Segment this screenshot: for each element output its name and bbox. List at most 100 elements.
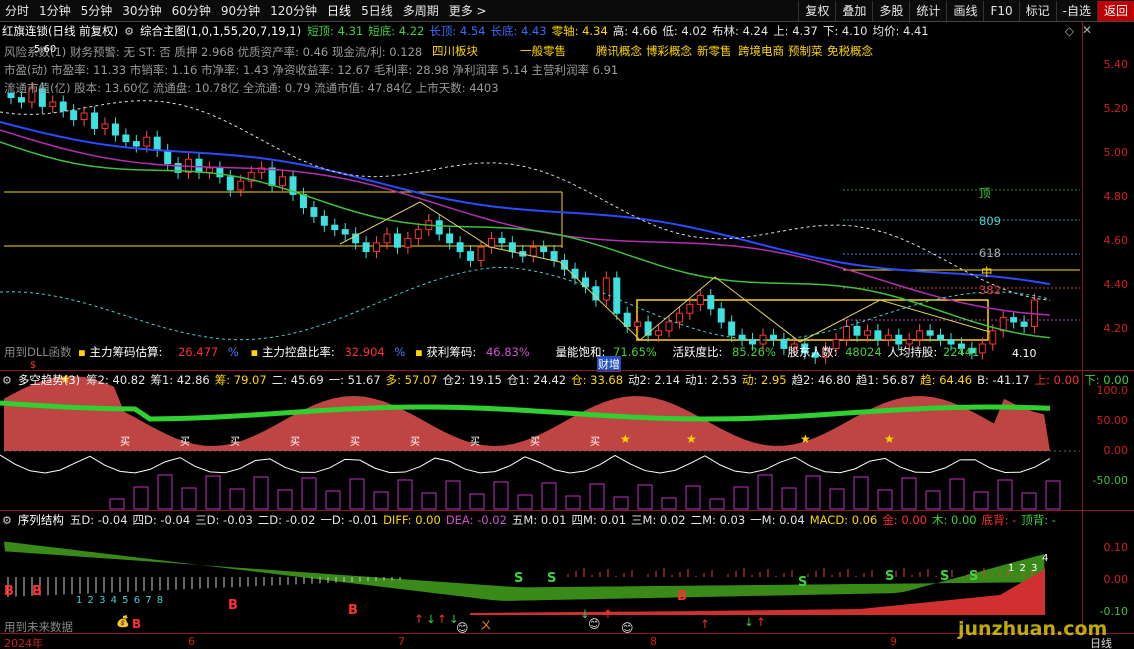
month-label: 8: [650, 635, 657, 648]
concept-prepared-food[interactable]: 预制菜: [788, 43, 823, 59]
sequence-title[interactable]: 序列结构: [18, 512, 64, 528]
stat-label-activity: 活跃度比:: [672, 345, 723, 359]
stock-title: 红旗连锁(日线 前复权): [2, 24, 119, 38]
candle-body: [383, 233, 391, 244]
candle-body: [540, 246, 548, 253]
concept-duty-free[interactable]: 免税概念: [827, 43, 873, 59]
volume-box: [109, 498, 125, 510]
trend-indicator-panel[interactable]: ★ ★ ★ ★ ★ 买买买买买买买买买 ⚙ 多空趋势(3) 筹2: 40.82 筹1: 42…: [0, 370, 1134, 510]
period-tab-5min[interactable]: 5分钟: [76, 0, 118, 22]
period-tab-daily[interactable]: 日线: [322, 0, 356, 22]
concept-retail[interactable]: 一般零售: [520, 43, 566, 59]
period-tab-30min[interactable]: 30分钟: [117, 0, 166, 22]
volume-box: [493, 481, 509, 510]
stat-value-volume-saturation: 71.65%: [613, 345, 657, 359]
candle-body: [467, 251, 475, 261]
settings-icon[interactable]: ⚙: [124, 25, 134, 38]
main-price-panel[interactable]: 红旗连锁(日线 前复权) ⚙ 综合主图(1,0,1,55,20,7,19,1) …: [0, 22, 1134, 372]
mark-button[interactable]: 标记: [1018, 0, 1056, 21]
volume-box: [925, 490, 941, 510]
adjust-button[interactable]: 复权: [798, 0, 835, 21]
candle-body: [373, 242, 381, 253]
volume-box: [229, 488, 245, 510]
volume-box: [709, 498, 725, 510]
month-label: 6: [188, 635, 195, 648]
candle-body: [17, 97, 25, 103]
concept-gaming[interactable]: 博彩概念: [646, 43, 692, 59]
candle-body: [696, 295, 704, 305]
candle-body: [237, 180, 245, 191]
volume-box: [325, 490, 341, 510]
volume-box: [445, 480, 461, 510]
period-tab-120min[interactable]: 120分钟: [265, 0, 322, 22]
remove-watchlist-button[interactable]: -自选: [1055, 0, 1097, 21]
trend-field: 二: 45.69: [271, 373, 324, 387]
cross-icon: ㄨ: [480, 618, 492, 632]
volume-box: [733, 486, 749, 510]
period-tab-more[interactable]: 更多 >: [444, 0, 492, 22]
period-tab-multi[interactable]: 多周期: [398, 0, 444, 22]
candle-body: [874, 330, 882, 341]
period-tab-60min[interactable]: 60分钟: [167, 0, 216, 22]
sequence-field: 木: 0.00: [931, 513, 977, 527]
period-tab-1min[interactable]: 1分钟: [34, 0, 76, 22]
settings-icon[interactable]: ⚙: [2, 374, 12, 387]
candle-body: [529, 246, 537, 257]
volume-box: [421, 492, 437, 510]
candle-body: [989, 330, 997, 345]
candle-body: [853, 325, 861, 336]
overlay-button[interactable]: 叠加: [835, 0, 872, 21]
candle-body: [164, 149, 172, 165]
concept-sichuan[interactable]: 四川板块: [432, 43, 478, 59]
settings-icon[interactable]: ⚙: [2, 514, 12, 527]
indicator-name[interactable]: 综合主图(1,0,1,55,20,7,19,1): [140, 23, 301, 39]
candle-body: [884, 334, 892, 341]
statistics-button[interactable]: 统计: [909, 0, 946, 21]
f10-button[interactable]: F10: [983, 0, 1018, 21]
period-tab-5day[interactable]: 5日线: [356, 0, 398, 22]
candle-body: [602, 277, 610, 301]
volume-box: [589, 483, 605, 510]
sequence-field: 底背: -: [981, 513, 1017, 527]
trend-title[interactable]: 多空趋势(3): [18, 372, 80, 388]
stat-value-per-holder: 22441: [942, 345, 980, 359]
period-tab-90min[interactable]: 90分钟: [216, 0, 265, 22]
concept-tencent[interactable]: 腾讯概念: [596, 43, 642, 59]
concept-cross-border[interactable]: 跨境电商: [738, 43, 784, 59]
last-price-label: 4.10: [1012, 347, 1037, 360]
volume-box: [877, 489, 893, 510]
panel-options-icon[interactable]: ◇: [1065, 24, 1074, 38]
candle-body: [978, 343, 986, 354]
trend-field: 筹: 79.07: [214, 373, 267, 387]
candle-body: [623, 312, 631, 327]
main-field: 均价: 4.41: [872, 24, 929, 38]
candle-body: [268, 167, 276, 187]
down-arrow-icon: ↓: [744, 615, 754, 629]
star-icon: ★: [686, 432, 697, 446]
main-field: 短顶: 4.31: [307, 24, 364, 38]
candle-body: [655, 330, 663, 336]
volume-box: [181, 487, 197, 510]
sequence-field: 二D: -0.02: [257, 513, 316, 527]
main-field: 零轴: 4.34: [551, 24, 608, 38]
concept-new-retail[interactable]: 新零售: [697, 43, 732, 59]
trend-field: 趋2: 46.80: [791, 373, 851, 387]
candle-body: [1010, 317, 1018, 323]
sequence-tick: 0.00: [1103, 573, 1129, 586]
candle-body: [508, 242, 516, 253]
sequence-structure-panel[interactable]: ⚙ 序列结构 五D: -0.04 四D: -0.04 三D: -0.03 二D: -0…: [0, 510, 1134, 635]
main-header: 红旗连锁(日线 前复权) ⚙ 综合主图(1,0,1,55,20,7,19,1) …: [2, 23, 940, 39]
draw-line-button[interactable]: 画线: [946, 0, 983, 21]
candle-body: [1020, 321, 1028, 327]
multi-stock-button[interactable]: 多股: [872, 0, 909, 21]
trend-field: 动: 2.95: [741, 373, 787, 387]
sequence-chart-svg: [4, 541, 1045, 615]
return-button[interactable]: 返回: [1096, 0, 1134, 21]
main-field: 低: 4.02: [662, 24, 708, 38]
main-field: 高: 4.66: [612, 24, 658, 38]
candle-body: [331, 224, 339, 231]
stat-label-control: 主力控盘比率:: [261, 345, 335, 359]
volume-box: [253, 476, 269, 510]
buy-label: 买: [290, 436, 300, 448]
period-tab-timeshare[interactable]: 分时: [0, 0, 34, 22]
